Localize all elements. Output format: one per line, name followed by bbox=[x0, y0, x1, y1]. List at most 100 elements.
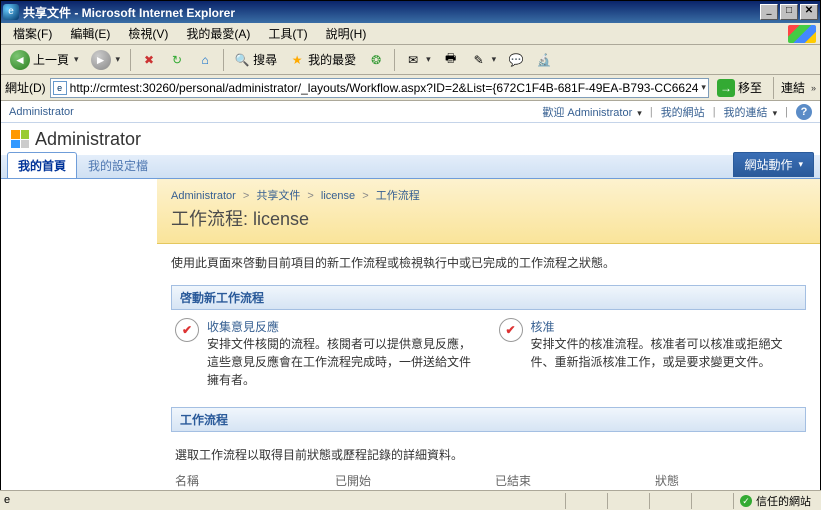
separator bbox=[773, 77, 774, 99]
sp-body: Administrator > 共享文件 > license > 工作流程 工作… bbox=[1, 179, 820, 489]
go-icon: → bbox=[717, 79, 735, 97]
col-ended: 已結束 bbox=[495, 472, 655, 489]
favorites-label: 我的最愛 bbox=[308, 51, 356, 68]
research-button[interactable]: 🔬 bbox=[531, 48, 557, 72]
site-actions-menu[interactable]: 網站動作 ▾ bbox=[733, 152, 814, 177]
stop-icon: ✖ bbox=[141, 52, 157, 68]
refresh-icon: ↻ bbox=[169, 52, 185, 68]
bc-administrator[interactable]: Administrator bbox=[171, 190, 236, 202]
history-icon: ❂ bbox=[368, 52, 384, 68]
home-button[interactable]: ⌂ bbox=[192, 48, 218, 72]
page-icon: e bbox=[53, 81, 67, 95]
ie-toolbar: ◄ 上一頁 ▾ ► ▾ ✖ ↻ ⌂ 🔍 搜尋 ★ 我的最愛 ❂ ✉▾ 🖶 ✎▾ … bbox=[1, 45, 820, 75]
menu-view[interactable]: 檢視(V) bbox=[120, 23, 176, 44]
ie-icon: e bbox=[3, 4, 19, 20]
mail-icon: ✉ bbox=[405, 52, 421, 68]
security-zone: ✓ 信任的網站 bbox=[733, 493, 817, 509]
discuss-button[interactable]: 💬 bbox=[503, 48, 529, 72]
forward-icon: ► bbox=[91, 50, 111, 70]
chevron-down-icon: ▾ bbox=[492, 54, 497, 65]
back-button[interactable]: ◄ 上一頁 ▾ bbox=[5, 48, 84, 72]
menu-edit[interactable]: 編輯(E) bbox=[62, 23, 118, 44]
section-header: 啓動新工作流程 bbox=[171, 285, 806, 310]
workflow-desc: 安排文件的核准流程。核准者可以核准或拒絕文件、重新指派核准工作，或是要求變更文件… bbox=[531, 335, 803, 371]
status-pane bbox=[607, 493, 647, 509]
breadcrumb: Administrator > 共享文件 > license > 工作流程 bbox=[171, 187, 806, 203]
chevron-down-icon: ▾ bbox=[426, 54, 431, 65]
history-button[interactable]: ❂ bbox=[363, 48, 389, 72]
trusted-label: 信任的網站 bbox=[756, 493, 811, 509]
close-button[interactable]: ✕ bbox=[800, 4, 818, 20]
sp-topbar: Administrator 歡迎 Administrator ▾ | 我的網站 … bbox=[1, 101, 820, 123]
tab-my-profile[interactable]: 我的設定檔 bbox=[77, 152, 159, 178]
my-links-menu[interactable]: 我的連結 ▾ bbox=[724, 104, 778, 120]
welcome-menu[interactable]: 歡迎 Administrator ▾ bbox=[542, 104, 641, 120]
go-button[interactable]: → 移至 bbox=[713, 77, 766, 99]
page-description: 使用此頁面來啓動目前項目的新工作流程或檢視執行中或已完成的工作流程之狀態。 bbox=[157, 244, 820, 281]
research-icon: 🔬 bbox=[536, 52, 552, 68]
favorites-button[interactable]: ★ 我的最愛 bbox=[284, 48, 361, 72]
star-icon: ★ bbox=[289, 52, 305, 68]
menu-file[interactable]: 檔案(F) bbox=[5, 23, 60, 44]
status-pane bbox=[565, 493, 605, 509]
window-titlebar: e 共享文件 - Microsoft Internet Explorer _ □… bbox=[1, 1, 820, 23]
windows-flag-icon bbox=[788, 25, 816, 43]
back-icon: ◄ bbox=[10, 50, 30, 70]
separator: | bbox=[785, 106, 788, 118]
back-label: 上一頁 bbox=[33, 51, 69, 68]
stop-button[interactable]: ✖ bbox=[136, 48, 162, 72]
window-title: 共享文件 - Microsoft Internet Explorer bbox=[23, 4, 235, 21]
workflow-desc: 安排文件核閱的流程。核閱者可以提供意見反應，這些意見反應會在工作流程完成時，一併… bbox=[207, 335, 479, 389]
chevron-right-icon[interactable]: » bbox=[811, 83, 816, 93]
workflow-icon: ✔ bbox=[499, 318, 523, 342]
tab-my-home[interactable]: 我的首頁 bbox=[7, 152, 77, 178]
chevron-down-icon[interactable]: ▾ bbox=[701, 82, 706, 93]
left-nav bbox=[1, 179, 157, 489]
chevron-down-icon: ▾ bbox=[773, 108, 778, 118]
status-bar: e ✓ 信任的網站 bbox=[0, 490, 821, 510]
bc-shared-docs[interactable]: 共享文件 bbox=[256, 190, 300, 202]
print-button[interactable]: 🖶 bbox=[438, 48, 464, 72]
menu-bar: 檔案(F) 編輯(E) 檢視(V) 我的最愛(A) 工具(T) 說明(H) bbox=[1, 23, 820, 45]
mail-button[interactable]: ✉▾ bbox=[400, 48, 436, 72]
page-viewport: Administrator 歡迎 Administrator ▾ | 我的網站 … bbox=[1, 101, 820, 489]
trusted-icon: ✓ bbox=[740, 495, 752, 507]
address-input-wrap[interactable]: e ▾ bbox=[50, 78, 709, 98]
sp-tabs: 我的首頁 我的設定檔 網站動作 ▾ bbox=[1, 155, 820, 179]
workflow-title: 核准 bbox=[531, 318, 803, 335]
maximize-button[interactable]: □ bbox=[780, 4, 798, 20]
my-site-link[interactable]: 我的網站 bbox=[661, 104, 705, 120]
page-title: 工作流程: license bbox=[171, 205, 806, 231]
menu-favorites[interactable]: 我的最愛(A) bbox=[178, 23, 258, 44]
address-input[interactable] bbox=[70, 81, 700, 95]
col-started: 已開始 bbox=[335, 472, 495, 489]
workflow-collect-feedback[interactable]: ✔ 收集意見反應 安排文件核閱的流程。核閱者可以提供意見反應，這些意見反應會在工… bbox=[175, 318, 479, 389]
chevron-down-icon: ▾ bbox=[74, 54, 79, 65]
workflow-approval[interactable]: ✔ 核准 安排文件的核准流程。核准者可以核准或拒絕文件、重新指派核准工作，或是要… bbox=[499, 318, 803, 389]
links-label[interactable]: 連結 bbox=[781, 79, 805, 96]
minimize-button[interactable]: _ bbox=[760, 4, 778, 20]
search-icon: 🔍 bbox=[234, 52, 250, 68]
breadcrumb-wrap: Administrator > 共享文件 > license > 工作流程 工作… bbox=[157, 179, 820, 244]
chevron-down-icon: ▾ bbox=[116, 54, 121, 65]
forward-button[interactable]: ► ▾ bbox=[86, 48, 126, 72]
search-button[interactable]: 🔍 搜尋 bbox=[229, 48, 282, 72]
menu-tools[interactable]: 工具(T) bbox=[260, 23, 315, 44]
print-icon: 🖶 bbox=[443, 52, 459, 68]
separator bbox=[223, 49, 224, 71]
col-status: 狀態 bbox=[655, 472, 802, 489]
menu-help[interactable]: 說明(H) bbox=[318, 23, 375, 44]
help-icon[interactable]: ? bbox=[796, 104, 812, 120]
refresh-button[interactable]: ↻ bbox=[164, 48, 190, 72]
home-icon: ⌂ bbox=[197, 52, 213, 68]
table-description: 選取工作流程以取得目前狀態或歷程記錄的詳細資料。 bbox=[175, 440, 802, 469]
site-title-row: Administrator bbox=[1, 123, 820, 155]
separator bbox=[130, 49, 131, 71]
chevron-down-icon: ▾ bbox=[798, 159, 803, 170]
bc-license[interactable]: license bbox=[321, 190, 355, 202]
site-logo-icon bbox=[11, 130, 29, 148]
address-bar: 網址(D) e ▾ → 移至 連結 » bbox=[1, 75, 820, 101]
edit-button[interactable]: ✎▾ bbox=[466, 48, 502, 72]
section-header: 工作流程 bbox=[171, 407, 806, 432]
page-icon: e bbox=[4, 494, 18, 508]
